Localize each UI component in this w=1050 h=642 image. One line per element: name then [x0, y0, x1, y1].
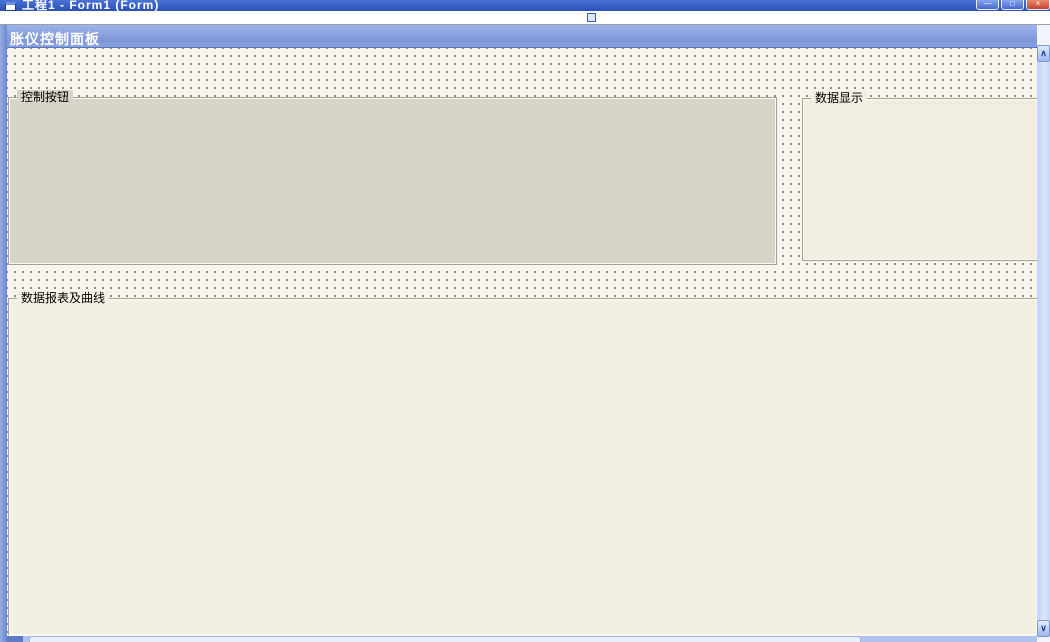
control-buttons-frame: 控制按钮: [8, 97, 777, 265]
report-frame: 数据报表及曲线: [8, 298, 1037, 635]
vertical-scrollbar[interactable]: ∧ ∨: [1037, 25, 1050, 642]
hscroll-left-cap: [7, 636, 23, 642]
maximize-button[interactable]: □: [1001, 0, 1024, 10]
close-button[interactable]: ×: [1026, 0, 1050, 10]
scroll-up-button[interactable]: ∧: [1037, 45, 1050, 62]
maximize-icon: □: [1010, 0, 1015, 8]
vscroll-track[interactable]: [1037, 62, 1050, 620]
designer-top-strip: [0, 11, 1050, 25]
scroll-down-button[interactable]: ∨: [1037, 620, 1050, 637]
control-frame-title: 控制按钮: [17, 90, 73, 104]
ide-window-title: 工程1 - Form1 (Form): [22, 0, 159, 11]
form-title: 胀仪控制面板: [10, 29, 100, 49]
horizontal-scrollbar[interactable]: [7, 636, 1037, 642]
minimize-button[interactable]: —: [976, 0, 999, 10]
minimize-icon: —: [984, 0, 992, 8]
hscroll-thumb[interactable]: [29, 636, 861, 642]
data-display-title: 数据显示: [811, 91, 867, 105]
close-icon: ×: [1036, 0, 1041, 8]
report-frame-title: 数据报表及曲线: [17, 291, 109, 305]
chevron-up-icon: ∧: [1040, 48, 1047, 58]
window-left-border: [0, 25, 7, 642]
form-titlebar[interactable]: 胀仪控制面板: [7, 25, 1037, 48]
form-window-icon: [5, 2, 16, 11]
chevron-down-icon: ∨: [1040, 623, 1047, 633]
data-display-frame: 数据显示: [802, 98, 1037, 261]
screen: { "ide_titlebar": { "title": "工程1 - Form…: [0, 0, 1050, 642]
ide-titlebar[interactable]: 工程1 - Form1 (Form) — □ ×: [0, 0, 1050, 11]
form-resize-handle[interactable]: [587, 13, 596, 22]
